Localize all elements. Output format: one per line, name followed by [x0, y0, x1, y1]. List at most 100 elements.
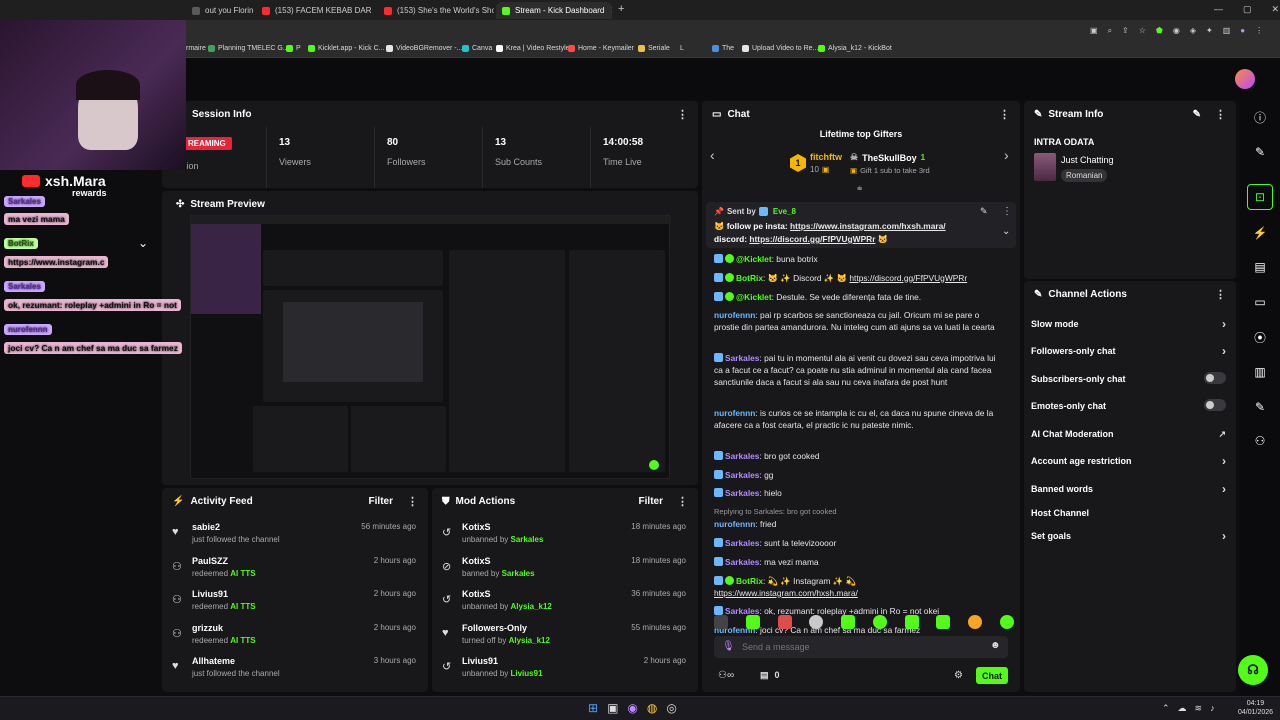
broadcast-icon[interactable]: ⦿ — [1247, 324, 1273, 350]
task-view-icon[interactable]: ▣ — [607, 701, 618, 715]
mod-action-item[interactable]: ↺ Livius91 unbanned by Livius91 2 hours … — [432, 654, 698, 687]
more-options-icon[interactable]: ⋮ — [999, 108, 1010, 121]
bookmark-item[interactable]: L — [680, 45, 684, 52]
mod-action-target[interactable]: KotixS — [462, 589, 491, 599]
browser-menu-icon[interactable]: ⋮ — [1255, 26, 1263, 36]
channel-action-item[interactable]: Slow mode › — [1031, 313, 1226, 335]
app-icon[interactable]: ◉ — [627, 701, 637, 715]
browser-tab[interactable]: (153) FACEM KEBAB DAR CU A... — [256, 2, 374, 19]
channel-action-item[interactable]: Host Channel — [1031, 502, 1226, 524]
reply-reference[interactable]: Replying to Sarkales: bro got cooked — [714, 506, 1002, 518]
chat-users-icon[interactable]: ⚇∞ — [718, 670, 734, 681]
pinned-instagram-link[interactable]: https://www.instagram.com/hxsh.mara/ — [790, 221, 946, 231]
emote-icon[interactable] — [968, 615, 983, 629]
activity-user[interactable]: grizzuk — [192, 623, 223, 633]
cloud-icon[interactable]: ☁ — [1178, 703, 1187, 714]
activity-feed-item[interactable]: ⚇ PaulSZZ redeemed AI TTS 2 hours ago — [162, 554, 428, 587]
mod-action-item[interactable]: ♥ Followers-Only turned off by Alysia_k1… — [432, 621, 698, 654]
chevron-down-icon[interactable]: ⌄ — [138, 236, 148, 250]
activity-feed-item[interactable]: ♥ Allhateme just followed the channel 3 … — [162, 654, 428, 687]
close-tab-icon[interactable]: ✕ — [604, 5, 612, 16]
activity-user[interactable]: Livius91 — [192, 589, 228, 599]
share-icon[interactable]: ⇪ — [1122, 26, 1129, 36]
notes-icon[interactable]: ▤ — [1247, 254, 1273, 280]
channel-action-item[interactable]: Set goals › — [1031, 525, 1226, 547]
chat-message[interactable]: Sarkales: hielo — [714, 487, 1002, 499]
chat-username[interactable]: Sarkales — [725, 470, 759, 480]
top-gifter-name[interactable]: fitchftw — [810, 152, 842, 162]
emote-icon[interactable] — [936, 615, 951, 629]
user-avatar[interactable] — [1235, 69, 1255, 89]
bookmark-item[interactable]: Alysia_k12 - KickBot — [818, 45, 892, 52]
expand-pinned-icon[interactable]: ⌄ — [1002, 226, 1010, 237]
chat-message[interactable]: Replying to Sarkales: bro got cooked nuro… — [714, 506, 1002, 530]
edit-icon[interactable]: ✎ — [1193, 109, 1201, 120]
chat-message[interactable]: BotRix: 🐱 ✨ Discord ✨ 🐱 https://discord.… — [714, 272, 1002, 284]
emote-icon[interactable] — [777, 615, 792, 629]
chat-username[interactable]: @Kicklet — [736, 292, 772, 302]
channel-action-item[interactable]: Emotes-only chat — [1031, 395, 1226, 417]
bookmark-item[interactable]: The — [712, 45, 734, 52]
translate-icon[interactable]: ▣ — [1090, 26, 1098, 36]
emote-icon[interactable] — [904, 615, 919, 629]
category-name[interactable]: Just Chatting — [1061, 155, 1114, 165]
chat-message[interactable]: nurofennn: is curios ce se intampla ic c… — [714, 407, 1002, 431]
channel-action-item[interactable]: Followers-only chat › — [1031, 340, 1226, 362]
chat-message[interactable]: Sarkales: bro got cooked — [714, 450, 1002, 462]
chat-username[interactable]: nurofennn — [714, 408, 755, 418]
chat-username[interactable]: Sarkales — [725, 557, 759, 567]
pinned-discord-link[interactable]: https://discord.gg/FfPVUgWPRr — [749, 234, 875, 244]
chat-username[interactable]: Sarkales — [725, 353, 759, 363]
bookmark-item[interactable]: Seriale — [638, 45, 670, 52]
emote-icon[interactable] — [714, 615, 728, 629]
info-icon[interactable]: ⓘ — [1247, 104, 1273, 130]
activity-user[interactable]: Allhateme — [192, 656, 235, 666]
chat-message[interactable]: Sarkales: pai tu in momentul ala ai veni… — [714, 352, 1002, 388]
extensions-puzzle-icon[interactable]: ✦ — [1206, 26, 1213, 36]
volume-icon[interactable]: ♪ — [1210, 703, 1215, 714]
zoom-icon[interactable]: ⌕ — [1108, 26, 1112, 36]
windows-start-icon[interactable]: ⊞ — [588, 701, 598, 715]
chat-message[interactable]: nurofennn: pai rp scarbos se sanctioneaz… — [714, 309, 1002, 333]
emoji-icon[interactable]: ☻ — [990, 640, 1001, 651]
chat-username[interactable]: Sarkales — [725, 451, 759, 461]
sidebar-icon[interactable]: ▥ — [1223, 26, 1231, 36]
more-options-icon[interactable]: ⋮ — [1215, 288, 1226, 301]
stack-icon[interactable]: ▥ — [1247, 359, 1273, 385]
bookmark-item[interactable]: rmaire — [186, 45, 206, 52]
channel-action-item[interactable]: AI Chat Moderation ↗ — [1031, 423, 1226, 445]
extension-icon[interactable]: ◈ — [1190, 26, 1196, 36]
activity-feed-item[interactable]: ⚇ Livius91 redeemed AI TTS 2 hours ago — [162, 587, 428, 620]
edit-pencil-icon[interactable]: ✎ — [1247, 139, 1273, 165]
chat-link[interactable]: https://discord.gg/FfPVUgWPRr — [849, 273, 967, 283]
chat-message[interactable]: BotRix: 💫 ✨ Instagram ✨ 💫 https://www.ins… — [714, 575, 1002, 599]
mod-action-target[interactable]: KotixS — [462, 522, 491, 532]
bookmark-item[interactable]: Planning TMELEC G... — [208, 45, 289, 52]
more-options-icon[interactable]: ⋮ — [677, 495, 688, 508]
mod-action-item[interactable]: ↺ KotixS unbanned by Alysia_k12 36 minut… — [432, 587, 698, 620]
chat-message[interactable]: Sarkales: ma vezi mama — [714, 556, 1002, 568]
bookmark-item[interactable]: Kicklet.app - Kick C... — [308, 45, 385, 52]
gifters-next-icon[interactable]: › — [1004, 147, 1009, 163]
chat-settings-icon[interactable]: ⚙ — [954, 670, 963, 681]
bookmark-item[interactable]: P — [286, 45, 301, 52]
app-icon[interactable]: ◎ — [666, 701, 676, 715]
bookmark-item[interactable]: Krea | Video Restyle — [496, 45, 570, 52]
chat-message[interactable]: @Kicklet: Destule. Se vede diferența fat… — [714, 291, 1002, 303]
toggle-switch[interactable] — [1204, 371, 1226, 387]
mod-action-target[interactable]: Livius91 — [462, 656, 498, 666]
activity-feed-item[interactable]: ♥ sabie2 just followed the channel 56 mi… — [162, 520, 428, 553]
chat-username[interactable]: Sarkales — [725, 488, 759, 498]
browser-tab[interactable]: (153) She's the World's Shorte... — [378, 2, 494, 19]
mod-action-item[interactable]: ⊘ KotixS banned by Sarkales 18 minutes a… — [432, 554, 698, 587]
emote-icon[interactable] — [872, 615, 887, 629]
browser-tab[interactable]: out you Florin Puric... — [186, 2, 254, 19]
chat-username[interactable]: Sarkales — [725, 538, 759, 548]
more-options-icon[interactable]: ⋮ — [1215, 108, 1226, 121]
bookmark-item[interactable]: Home - Keymailer — [568, 45, 634, 52]
mod-action-item[interactable]: ↺ KotixS unbanned by Sarkales 18 minutes… — [432, 520, 698, 553]
activity-feed-item[interactable]: ⚇ grizzuk redeemed AI TTS 2 hours ago — [162, 621, 428, 654]
chat-message[interactable]: Sarkales: sunt la televizoooor — [714, 537, 1002, 549]
chat-username[interactable]: nurofennn — [714, 519, 755, 529]
close-window-button[interactable]: ✕ — [1272, 4, 1280, 15]
